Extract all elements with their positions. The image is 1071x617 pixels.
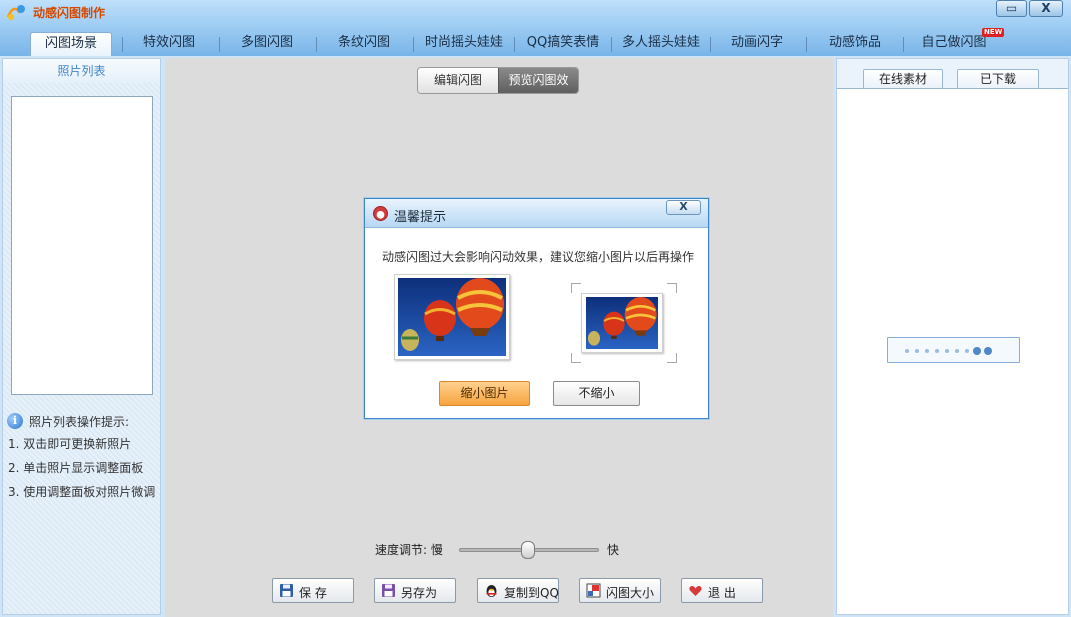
tab-stripes[interactable]: 条纹闪图 <box>320 32 408 56</box>
tab-effects[interactable]: 特效闪图 <box>126 32 212 56</box>
tips-title: 照片列表操作提示: <box>29 415 130 429</box>
preview-mode-button[interactable]: 预览闪图效果 <box>498 68 578 93</box>
tab-online-materials[interactable]: 在线素材 <box>863 69 943 88</box>
tab-separator <box>611 37 612 52</box>
tab-separator <box>413 37 414 52</box>
loading-dot <box>935 349 939 353</box>
save-label: 保 存 <box>299 586 327 600</box>
photo-list-panel: 照片列表 i 照片列表操作提示: 1. 双击即可更换新照片 2. 单击照片显示调… <box>2 58 161 615</box>
info-icon: i <box>7 413 23 429</box>
no-shrink-button[interactable]: 不缩小 <box>553 381 640 406</box>
material-content <box>837 88 1068 614</box>
tab-separator <box>122 37 123 52</box>
mode-switch: 编辑闪图 预览闪图效果 <box>417 67 579 94</box>
loading-dot <box>984 347 992 355</box>
loading-dot <box>965 349 969 353</box>
speed-slider-thumb[interactable] <box>521 541 535 559</box>
loading-indicator <box>887 337 1020 363</box>
save-button[interactable]: 保 存 <box>272 578 354 603</box>
new-badge: NEW <box>982 28 1005 37</box>
dialog-app-icon <box>373 206 388 221</box>
main-tabs: 闪图场景 特效闪图 多图闪图 条纹闪图 时尚摇头娃娃 QQ搞笑表情 多人摇头娃娃… <box>30 28 1070 56</box>
tip-item: 2. 单击照片显示调整面板 <box>8 461 144 475</box>
save-as-button[interactable]: 另存为 <box>374 578 456 603</box>
tab-separator <box>806 37 807 52</box>
app-logo-icon <box>6 5 25 20</box>
speed-label: 速度调节: 慢 <box>375 543 443 557</box>
reduced-image-preview <box>581 293 663 353</box>
loading-dot <box>915 349 919 353</box>
tab-multi-image[interactable]: 多图闪图 <box>223 32 311 56</box>
loading-dot <box>955 349 959 353</box>
dialog-message: 动感闪图过大会影响闪动效果，建议您缩小图片以后再操作 <box>382 250 695 264</box>
tab-qq-emoji[interactable]: QQ搞笑表情 <box>517 32 609 56</box>
image-size-button[interactable]: 闪图大小 <box>579 578 661 603</box>
tab-separator <box>514 37 515 52</box>
close-window-button[interactable]: X <box>1029 0 1063 17</box>
speed-fast-label: 快 <box>607 543 620 557</box>
crop-corner <box>667 353 677 363</box>
tab-separator <box>710 37 711 52</box>
copy-to-qq-button[interactable]: 复制到QQ <box>477 578 559 603</box>
tab-bobblehead[interactable]: 时尚摇头娃娃 <box>416 32 512 56</box>
qq-penguin-icon <box>486 585 497 597</box>
tab-multi-bobblehead[interactable]: 多人摇头娃娃 <box>614 32 708 56</box>
tab-downloaded[interactable]: 已下载 <box>957 69 1039 88</box>
copy-to-qq-label: 复制到QQ <box>504 586 559 600</box>
hot-air-balloons-thumbnail <box>586 297 658 349</box>
exit-heart-icon <box>689 585 702 596</box>
speed-control: 速度调节: 慢 快 <box>375 541 635 559</box>
tab-accessories[interactable]: 动感饰品 <box>809 32 901 56</box>
save-as-label: 另存为 <box>401 586 438 600</box>
save-as-icon <box>382 584 395 597</box>
tab-diy[interactable]: 自己做闪图 NEW <box>906 28 1005 56</box>
loading-dot <box>905 349 909 353</box>
exit-button[interactable]: 退 出 <box>681 578 763 603</box>
tip-dialog: 温馨提示 X 动感闪图过大会影响闪动效果，建议您缩小图片以后再操作 缩小图片 不… <box>364 198 709 419</box>
dialog-close-button[interactable]: X <box>666 200 701 215</box>
maximize-button[interactable]: ▭ <box>996 0 1027 17</box>
save-icon <box>280 584 293 597</box>
crop-corner <box>571 283 581 293</box>
dialog-title: 温馨提示 <box>394 210 447 225</box>
shrink-image-button[interactable]: 缩小图片 <box>439 381 530 406</box>
title-bar: 动感闪图制作 ▭ X 闪图场景 特效闪图 多图闪图 条纹闪图 时尚摇头娃娃 QQ… <box>0 0 1071 56</box>
photo-list-header: 照片列表 <box>3 59 160 83</box>
tip-item: 3. 使用调整面板对照片微调 <box>8 485 156 499</box>
crop-corner <box>571 353 581 363</box>
crop-corner <box>667 283 677 293</box>
tab-separator <box>316 37 317 52</box>
hot-air-balloons-image <box>398 278 506 356</box>
loading-dot <box>925 349 929 353</box>
tab-separator <box>903 37 904 52</box>
exit-label: 退 出 <box>708 586 736 600</box>
material-panel: 在线素材 已下载 <box>836 58 1069 615</box>
tab-scene[interactable]: 闪图场景 <box>30 32 112 56</box>
edit-mode-button[interactable]: 编辑闪图 <box>418 68 498 93</box>
loading-dot <box>945 349 949 353</box>
tip-item: 1. 双击即可更换新照片 <box>8 437 132 451</box>
image-size-label: 闪图大小 <box>606 586 655 600</box>
photo-list-box[interactable] <box>11 96 153 395</box>
original-image-preview <box>394 274 510 360</box>
dialog-title-bar: 温馨提示 X <box>365 199 708 228</box>
loading-dot <box>973 347 981 355</box>
tab-animated-text[interactable]: 动画闪字 <box>713 32 801 56</box>
tab-diy-label: 自己做闪图 <box>921 35 987 50</box>
app-title: 动感闪图制作 <box>33 6 106 20</box>
resize-icon <box>586 583 601 598</box>
tab-separator <box>219 37 220 52</box>
